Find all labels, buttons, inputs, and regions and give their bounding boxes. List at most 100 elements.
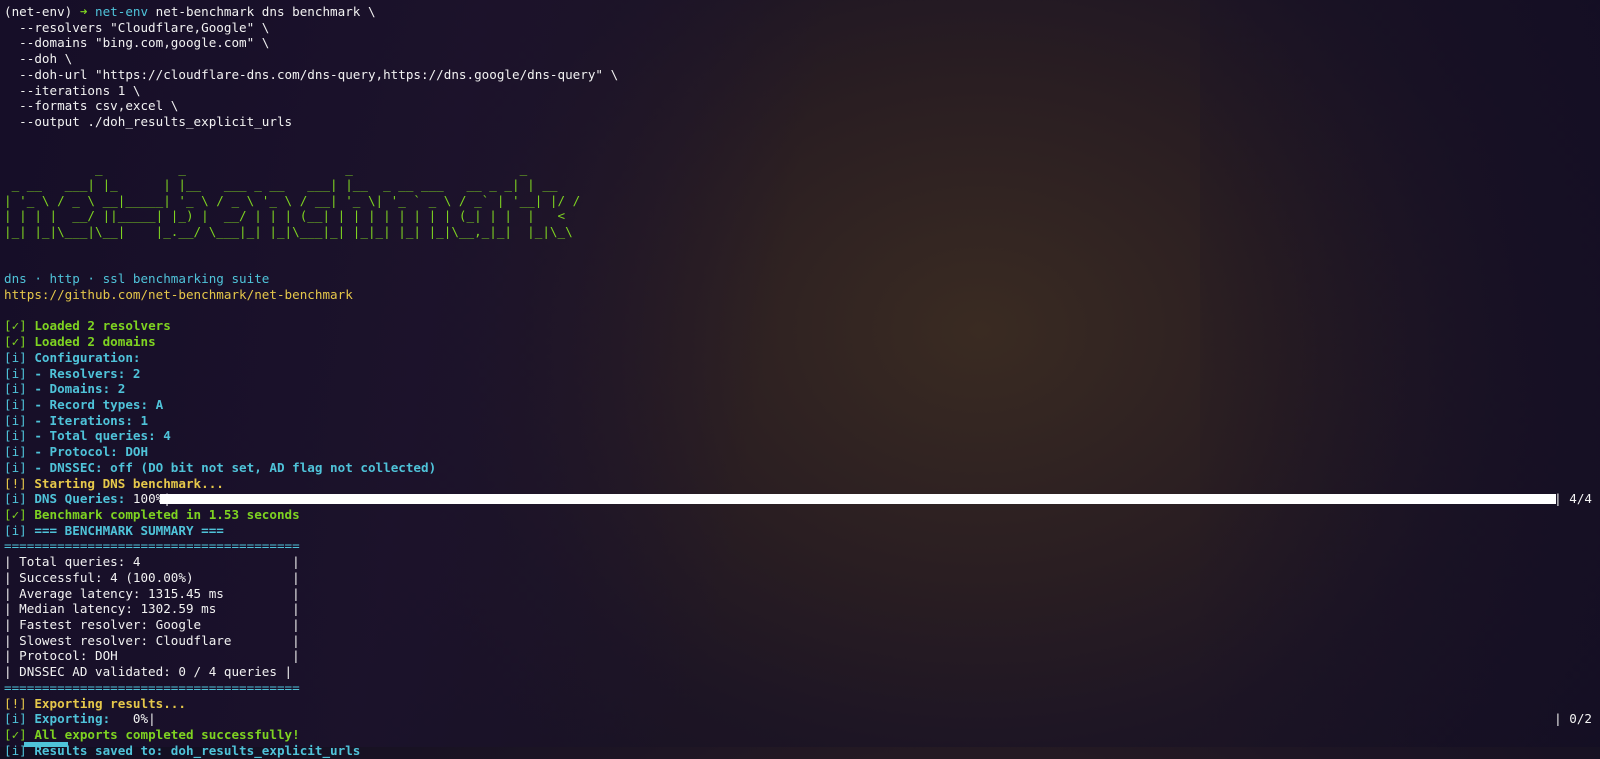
command-arg: --formats csv,excel \ bbox=[4, 98, 179, 114]
command-arg: --resolvers "Cloudflare,Google" \ bbox=[4, 19, 270, 35]
log-tag: [i] bbox=[4, 381, 27, 397]
progress-count: | 0/2 bbox=[1554, 711, 1592, 727]
log-line: [i] - Iterations: 1 bbox=[4, 413, 1592, 429]
log-line: [!] Starting DNS benchmark... bbox=[4, 476, 1592, 492]
command-line: (net-env) ➜ net-env net-benchmark dns be… bbox=[4, 4, 1592, 20]
log-line: [✓] Loaded 2 resolvers bbox=[4, 318, 1592, 334]
summary-border: ======================================= bbox=[4, 538, 300, 554]
command-arg: --output ./doh_results_explicit_urls bbox=[4, 114, 293, 130]
command-arg: --iterations 1 \ bbox=[4, 82, 141, 98]
banner-ascii: |_| |_|\___|\__| |_.__/ \___|_| |_|\___|… bbox=[4, 224, 573, 240]
repo-url: https://github.com/net-benchmark/net-ben… bbox=[4, 286, 353, 302]
summary-row: | DNSSEC AD validated: 0 / 4 queries | bbox=[4, 664, 1592, 680]
terminal-cursor bbox=[24, 742, 68, 747]
banner-ascii-line: |_| |_|\___|\__| |_.__/ \___|_| |_|\___|… bbox=[4, 224, 1592, 240]
summary-row-text: | Average latency: 1315.45 ms | bbox=[4, 585, 300, 601]
summary-row-text: | Total queries: 4 | bbox=[4, 554, 300, 570]
log-text: Benchmark completed in 1.53 seconds bbox=[26, 507, 300, 522]
command-arg-line: --resolvers "Cloudflare,Google" \ bbox=[4, 20, 1592, 36]
command-arg-line: --formats csv,excel \ bbox=[4, 98, 1592, 114]
summary-row: | Successful: 4 (100.00%) | bbox=[4, 570, 1592, 586]
log-tag: [i] bbox=[4, 444, 27, 460]
log-text: Configuration: bbox=[26, 349, 141, 365]
log-line: [i] === BENCHMARK SUMMARY === bbox=[4, 523, 1592, 539]
command-text: net-benchmark dns benchmark \ bbox=[148, 4, 376, 19]
summary-row: | Slowest resolver: Cloudflare | bbox=[4, 633, 1592, 649]
summary-row: | Protocol: DOH | bbox=[4, 648, 1592, 664]
command-arg-line: --iterations 1 \ bbox=[4, 83, 1592, 99]
log-tag: [i] bbox=[4, 365, 27, 381]
log-text: All exports completed successfully! bbox=[26, 727, 300, 743]
summary-row: | Median latency: 1302.59 ms | bbox=[4, 601, 1592, 617]
summary-border: ======================================= bbox=[4, 679, 300, 695]
log-text: - Record types: A bbox=[26, 396, 164, 412]
banner-ascii: _ __ ___| |_ | |__ ___ _ __ ___| |__ _ _… bbox=[4, 176, 558, 192]
log-tag: [✓] bbox=[4, 334, 27, 350]
log-tag: [i] bbox=[4, 459, 27, 475]
summary-row-text: | Median latency: 1302.59 ms | bbox=[4, 601, 300, 617]
summary-row: | Total queries: 4 | bbox=[4, 554, 1592, 570]
log-line: [✓] All exports completed successfully! bbox=[4, 727, 1592, 743]
log-text: Loaded 2 domains bbox=[26, 334, 156, 350]
log-tag: [!] bbox=[4, 695, 27, 711]
summary-row-text: | Fastest resolver: Google | bbox=[4, 617, 300, 633]
log-text: Results saved to: doh_results_explicit_u… bbox=[26, 742, 361, 758]
command-arg: --doh-url "https://cloudflare-dns.com/dn… bbox=[4, 66, 619, 82]
tagline-line: dns · http · ssl benchmarking suite bbox=[4, 271, 1592, 287]
log-line: [i] - Total queries: 4 bbox=[4, 428, 1592, 444]
command-arg-line: --doh-url "https://cloudflare-dns.com/dn… bbox=[4, 67, 1592, 83]
summary-row: | Fastest resolver: Google | bbox=[4, 617, 1592, 633]
log-tag: [!] bbox=[4, 475, 27, 491]
log-text: Exporting results... bbox=[26, 695, 186, 711]
prompt-env: (net-env) bbox=[4, 4, 73, 19]
log-line: [i] Results saved to: doh_results_explic… bbox=[4, 743, 1592, 759]
banner-ascii-line: _ __ ___| |_ | |__ ___ _ __ ___| |__ _ _… bbox=[4, 177, 1592, 193]
command-arg: --domains "bing.com,google.com" \ bbox=[4, 35, 270, 51]
progress-bar-track: | 4/4 bbox=[4, 491, 1592, 507]
log-line: [i] Configuration: bbox=[4, 350, 1592, 366]
summary-border-bottom: ======================================= bbox=[4, 680, 1592, 696]
log-tag: [✓] bbox=[4, 507, 27, 522]
log-line: [i] - Record types: A bbox=[4, 397, 1592, 413]
command-arg-line: --output ./doh_results_explicit_urls bbox=[4, 114, 1592, 130]
banner-ascii-line: _ _ _ _ bbox=[4, 161, 1592, 177]
log-text: - Total queries: 4 bbox=[26, 428, 171, 444]
tagline: dns · http · ssl benchmarking suite bbox=[4, 271, 270, 287]
summary-row-text: | Slowest resolver: Cloudflare | bbox=[4, 632, 300, 648]
log-tag: [i] bbox=[4, 522, 27, 538]
log-tag: [i] bbox=[4, 428, 27, 444]
command-arg-line: --doh \ bbox=[4, 51, 1592, 67]
log-line: [✓] Benchmark completed in 1.53 seconds bbox=[4, 507, 1592, 523]
summary-row-text: | Successful: 4 (100.00%) | bbox=[4, 569, 300, 585]
progress-line-export_progress: [i] Exporting: 0%| | 0/2 bbox=[4, 711, 1592, 727]
summary-row-text: | DNSSEC AD validated: 0 / 4 queries | bbox=[4, 664, 293, 680]
prompt-dir: net-env bbox=[95, 4, 149, 19]
progress-bar-fill bbox=[160, 494, 1556, 505]
log-line: [i] - DNSSEC: off (DO bit not set, AD fl… bbox=[4, 460, 1592, 476]
log-tag: [i] bbox=[4, 396, 27, 412]
progress-line-dns_progress: [i] DNS Queries: 100%| | 4/4 bbox=[4, 491, 1592, 507]
log-text: Loaded 2 resolvers bbox=[26, 318, 171, 334]
log-tag: [✓] bbox=[4, 318, 27, 334]
log-tag: [✓] bbox=[4, 727, 27, 743]
command-arg: --doh \ bbox=[4, 51, 73, 67]
log-text: - Domains: 2 bbox=[26, 381, 126, 397]
log-text: - DNSSEC: off (DO bit not set, AD flag n… bbox=[26, 459, 437, 475]
banner-ascii: | | | | __/ ||_____| |_) | __/ | | | (__… bbox=[4, 208, 573, 224]
log-line: [i] - Resolvers: 2 bbox=[4, 366, 1592, 382]
banner-ascii: | '_ \ / _ \ __|_____| '_ \ / _ \ '_ \ /… bbox=[4, 192, 581, 208]
log-tag: [i] bbox=[4, 349, 27, 365]
repo-url-line: https://github.com/net-benchmark/net-ben… bbox=[4, 287, 1592, 303]
log-text: - Iterations: 1 bbox=[26, 412, 149, 428]
command-arg-line: --domains "bing.com,google.com" \ bbox=[4, 35, 1592, 51]
prompt-arrow: ➜ bbox=[72, 4, 95, 19]
terminal-output[interactable]: (net-env) ➜ net-env net-benchmark dns be… bbox=[4, 4, 1592, 759]
log-line: [!] Exporting results... bbox=[4, 696, 1592, 712]
log-text: - Protocol: DOH bbox=[26, 444, 149, 460]
banner-ascii-line: | '_ \ / _ \ __|_____| '_ \ / _ \ '_ \ /… bbox=[4, 193, 1592, 209]
